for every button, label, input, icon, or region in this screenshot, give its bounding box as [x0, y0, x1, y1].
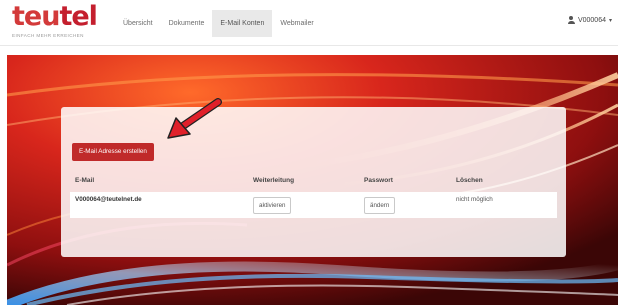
main-nav: Übersicht Dokumente E-Mail Konten Webmai…: [115, 10, 322, 37]
nav-item-uebersicht[interactable]: Übersicht: [115, 10, 161, 37]
nav-item-webmailer[interactable]: Webmailer: [272, 10, 321, 37]
user-icon: [567, 16, 575, 24]
email-address: V000064@teutelnet.de: [75, 196, 142, 203]
change-password-button[interactable]: ändern: [364, 197, 396, 214]
delete-status: nicht möglich: [456, 196, 493, 203]
table-row: V000064@teutelnet.de aktivieren ändern n…: [70, 192, 557, 218]
top-navbar: teutel EINFACH MEHR ERREICHEN Übersicht …: [0, 0, 618, 46]
logo-tagline: EINFACH MEHR ERREICHEN: [12, 33, 84, 38]
chevron-down-icon: ▾: [608, 17, 612, 24]
email-accounts-panel: E-Mail Adresse erstellen E-Mail Weiterle…: [61, 107, 566, 257]
column-header-forwarding: Weiterleitung: [253, 177, 295, 184]
column-header-password: Passwort: [364, 177, 393, 184]
activate-forwarding-button[interactable]: aktivieren: [253, 197, 292, 214]
user-menu[interactable]: V000064 ▾: [567, 16, 612, 24]
pointer-arrow-icon: [167, 98, 222, 139]
table-header: E-Mail Weiterleitung Passwort Löschen: [70, 174, 557, 188]
column-header-email: E-Mail: [75, 177, 95, 184]
email-accounts-table: E-Mail Weiterleitung Passwort Löschen V0…: [70, 174, 557, 218]
logo-wordmark: teutel: [12, 1, 98, 32]
user-name: V000064: [577, 16, 606, 24]
teutel-logo[interactable]: teutel EINFACH MEHR ERREICHEN: [12, 1, 98, 43]
nav-item-dokumente[interactable]: Dokumente: [161, 10, 213, 37]
create-email-address-button[interactable]: E-Mail Adresse erstellen: [72, 143, 154, 161]
nav-item-email-konten[interactable]: E-Mail Konten: [212, 10, 273, 37]
column-header-delete: Löschen: [456, 177, 483, 184]
